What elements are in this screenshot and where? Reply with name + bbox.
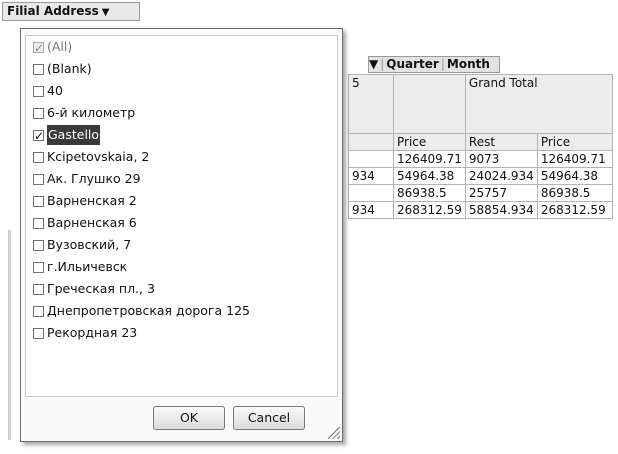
pivot-measure-row: Price Rest Price <box>348 133 613 151</box>
filter-list-item[interactable]: г.Ильичевск <box>26 256 337 278</box>
table-cell: 86938.5 <box>393 184 466 202</box>
table-cell: 268312.59 <box>393 201 466 219</box>
filter-list-item[interactable]: Варненская 2 <box>26 190 337 212</box>
checkbox[interactable] <box>33 217 44 229</box>
filter-item-label: Рекордная 23 <box>47 325 138 340</box>
filter-item-label: г.Ильичевск <box>47 259 128 274</box>
pivot-col-header-partial: 5 <box>348 74 394 134</box>
table-cell <box>348 150 394 168</box>
measure-header-blank <box>348 133 394 151</box>
table-row: 126409.71 9073 126409.71 <box>348 150 613 168</box>
filter-list-item[interactable]: Варненская 6 <box>26 212 337 234</box>
measure-header: Rest <box>464 133 538 151</box>
table-cell: 24024.934 <box>464 167 538 185</box>
table-row: 86938.5 25757 86938.5 <box>348 184 613 202</box>
filter-item-label: Днепропетровская дорога 125 <box>47 303 250 318</box>
checkbox[interactable] <box>33 305 44 317</box>
divider <box>8 230 11 440</box>
table-row: 934 54964.38 24024.934 54964.38 <box>348 167 613 185</box>
checkbox[interactable] <box>33 63 44 75</box>
ok-button[interactable]: OK <box>153 406 225 430</box>
grand-total-header: Grand Total <box>464 74 613 134</box>
filter-item-label: Kcipetovskaia, 2 <box>47 149 150 164</box>
filter-item-label: Греческая пл., 3 <box>47 281 155 296</box>
filter-checklist[interactable]: (All) (Blank) 40 6-й километр Gastello Kcipet… <box>25 35 338 397</box>
pivot-table: 5 Grand Total Price Rest Price 126409.71… <box>348 74 613 219</box>
filter-list-item[interactable]: (Blank) <box>26 58 337 80</box>
measure-header: Price <box>536 133 613 151</box>
table-cell: 126409.71 <box>536 150 613 168</box>
checkbox[interactable] <box>33 327 44 339</box>
field-header-label: Filial Address <box>7 4 99 18</box>
resize-grip-icon[interactable] <box>328 427 340 439</box>
checkbox[interactable] <box>33 38 44 58</box>
filter-item-label: 40 <box>47 83 63 98</box>
table-cell <box>348 184 394 202</box>
column-field-dropdown-icon[interactable]: ▼ <box>369 57 378 71</box>
filter-item-label: Ак. Глушко 29 <box>47 171 141 186</box>
filter-list-item[interactable]: 40 <box>26 80 337 102</box>
table-cell: 934 <box>348 201 394 219</box>
filter-list-item[interactable]: Gastello <box>26 124 337 146</box>
column-field-quarter[interactable]: Quarter <box>386 57 439 71</box>
table-cell: 934 <box>348 167 394 185</box>
table-row: 934 268312.59 58854.934 268312.59 <box>348 201 613 219</box>
filter-list-item[interactable]: Kcipetovskaia, 2 <box>26 146 337 168</box>
filter-item-label: (All) <box>47 39 73 54</box>
checkbox[interactable] <box>33 283 44 295</box>
table-cell: 9073 <box>464 150 538 168</box>
filter-list-item[interactable]: Рекордная 23 <box>26 322 337 344</box>
filter-list-item[interactable]: Греческая пл., 3 <box>26 278 337 300</box>
filial-address-field-button[interactable]: Filial Address ▼ <box>2 2 140 21</box>
dropdown-arrow-icon[interactable]: ▼ <box>102 7 110 18</box>
table-cell: 268312.59 <box>536 201 613 219</box>
filter-list-item[interactable]: (All) <box>26 36 337 58</box>
filter-item-label: Gastello <box>47 125 101 145</box>
column-fields-header: ▼ | Quarter | Month <box>368 56 500 73</box>
filter-list-item[interactable]: 6-й километр <box>26 102 337 124</box>
checkbox[interactable] <box>33 85 44 97</box>
measure-header: Price <box>393 133 466 151</box>
checkbox[interactable] <box>33 126 44 146</box>
filter-item-label: Вузовский, 7 <box>47 237 132 252</box>
checkbox[interactable] <box>33 151 44 163</box>
filter-item-label: 6-й километр <box>47 105 136 120</box>
checkbox[interactable] <box>33 173 44 185</box>
pivot-col-header-blank <box>393 74 466 134</box>
filter-list-item[interactable]: Днепропетровская дорога 125 <box>26 300 337 322</box>
table-cell: 126409.71 <box>393 150 466 168</box>
filter-popup: (All) (Blank) 40 6-й километр Gastello Kcipet… <box>20 28 343 442</box>
filter-list-item[interactable]: Вузовский, 7 <box>26 234 337 256</box>
table-cell: 54964.38 <box>536 167 613 185</box>
filter-item-label: Варненская 6 <box>47 215 137 230</box>
column-field-month[interactable]: Month <box>447 57 490 71</box>
checkbox[interactable] <box>33 195 44 207</box>
cancel-button[interactable]: Cancel <box>233 406 305 430</box>
table-cell: 25757 <box>464 184 538 202</box>
table-cell: 58854.934 <box>464 201 538 219</box>
pivot-header-row: 5 Grand Total <box>348 74 613 134</box>
checkbox[interactable] <box>33 107 44 119</box>
checkbox[interactable] <box>33 239 44 251</box>
checkbox[interactable] <box>33 261 44 273</box>
table-cell: 86938.5 <box>536 184 613 202</box>
filter-list-item[interactable]: Ак. Глушко 29 <box>26 168 337 190</box>
filter-item-label: (Blank) <box>47 61 92 76</box>
filter-item-label: Варненская 2 <box>47 193 137 208</box>
table-cell: 54964.38 <box>393 167 466 185</box>
